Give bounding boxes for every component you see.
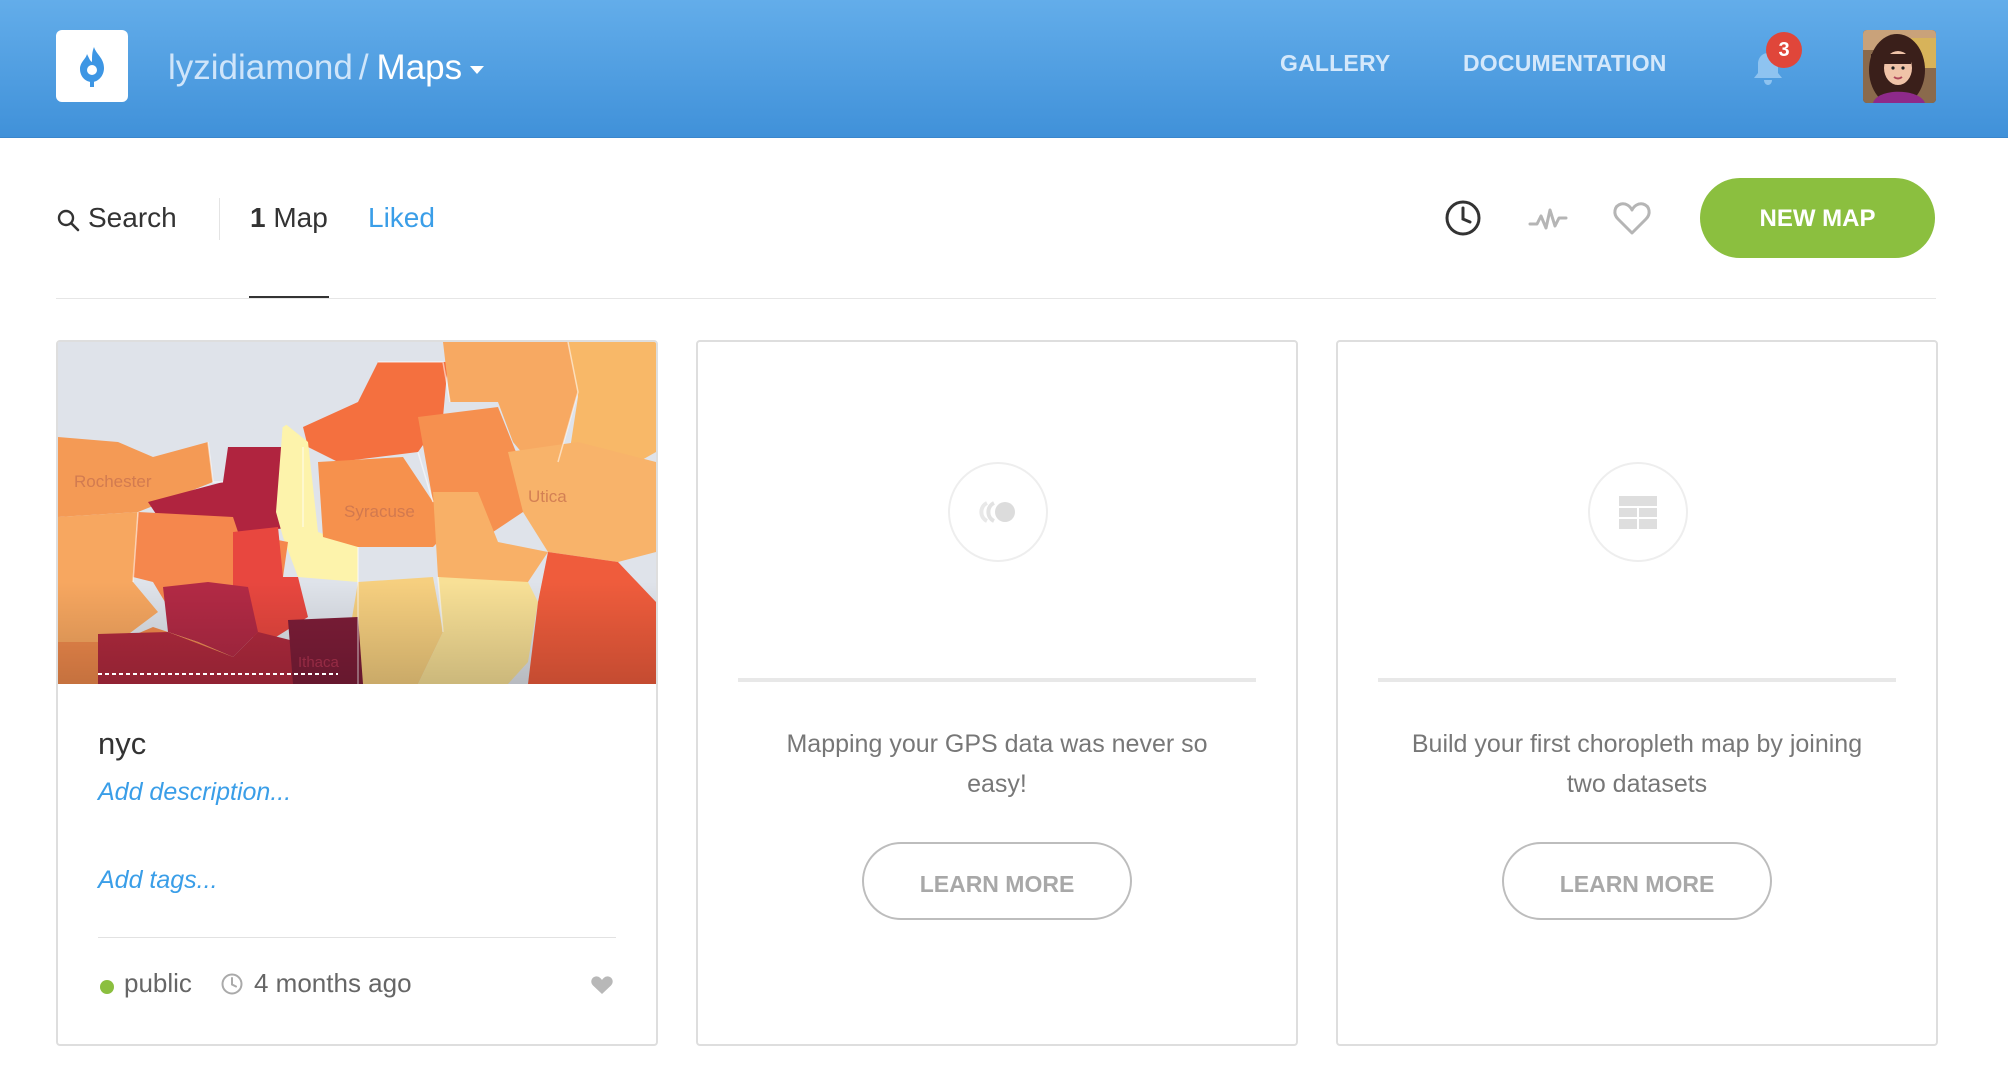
- choropleth-grid-icon: [1619, 496, 1657, 529]
- tab-liked[interactable]: Liked: [368, 198, 435, 238]
- maps-tab-label: Map: [273, 202, 328, 233]
- toolbar-divider: [219, 198, 220, 240]
- updated-time: 4 months ago: [254, 968, 412, 998]
- clock-icon: [221, 973, 243, 995]
- tab-maps[interactable]: 1 Map: [250, 198, 328, 238]
- promo-icon-circle: [948, 462, 1048, 562]
- learn-more-button-choropleth[interactable]: LEARN MORE: [1502, 842, 1772, 920]
- search-icon: [57, 209, 80, 231]
- privacy-status[interactable]: public: [124, 968, 192, 999]
- promo-divider: [1378, 678, 1896, 682]
- new-map-button[interactable]: NEW MAP: [1700, 178, 1935, 258]
- card-divider: [98, 937, 616, 938]
- search-button[interactable]: Search: [56, 198, 177, 238]
- map-card[interactable]: Rochester Syracuse Utica Ithaca nyc Add …: [56, 340, 658, 1046]
- nav-documentation-link[interactable]: DOCUMENTATION: [1463, 50, 1667, 77]
- add-description-link[interactable]: Add description...: [98, 778, 291, 807]
- map-thumbnail[interactable]: Rochester Syracuse Utica Ithaca: [58, 342, 656, 684]
- breadcrumb-user[interactable]: lyzidiamond: [168, 48, 353, 87]
- activity-icon[interactable]: [1528, 204, 1568, 234]
- avatar-image: [1863, 30, 1936, 103]
- carto-flame-icon: [80, 47, 104, 87]
- choropleth-promo-card: Build your first choropleth map by joini…: [1336, 340, 1938, 1046]
- breadcrumb-section-dropdown[interactable]: Maps: [377, 48, 463, 87]
- map-label-ithaca: Ithaca: [298, 654, 340, 671]
- top-navigation-bar: lyzidiamond / Maps GALLERY DOCUMENTATION 3: [0, 0, 2008, 138]
- map-label-rochester: Rochester: [74, 472, 152, 491]
- gps-promo-card: Mapping your GPS data was never so easy!…: [696, 340, 1298, 1046]
- add-tags-link[interactable]: Add tags...: [98, 866, 218, 895]
- breadcrumb: lyzidiamond / Maps: [168, 44, 485, 92]
- nav-gallery-link[interactable]: GALLERY: [1280, 50, 1390, 77]
- app-logo[interactable]: [56, 30, 128, 102]
- promo-text-gps: Mapping your GPS data was never so easy!: [786, 730, 1208, 798]
- chevron-down-icon[interactable]: [470, 65, 485, 74]
- clock-icon[interactable]: [1443, 198, 1483, 238]
- map-title[interactable]: nyc: [98, 726, 146, 762]
- toolbar-separator: [56, 298, 1936, 299]
- promo-text-choropleth: Build your first choropleth map by joini…: [1411, 730, 1863, 798]
- map-label-utica: Utica: [528, 487, 567, 506]
- search-label: Search: [88, 202, 177, 233]
- learn-more-button-gps[interactable]: LEARN MORE: [862, 842, 1132, 920]
- notification-badge[interactable]: 3: [1768, 34, 1800, 66]
- privacy-status-dot: [100, 980, 114, 994]
- promo-icon-circle: [1588, 462, 1688, 562]
- breadcrumb-separator: /: [358, 48, 369, 87]
- maps-count: 1: [250, 202, 266, 233]
- map-label-syracuse: Syracuse: [344, 502, 415, 521]
- like-heart-icon[interactable]: [590, 974, 614, 996]
- heart-icon[interactable]: [1612, 200, 1652, 236]
- gps-track-icon: [979, 501, 1015, 523]
- promo-divider: [738, 678, 1256, 682]
- user-avatar[interactable]: [1863, 30, 1936, 103]
